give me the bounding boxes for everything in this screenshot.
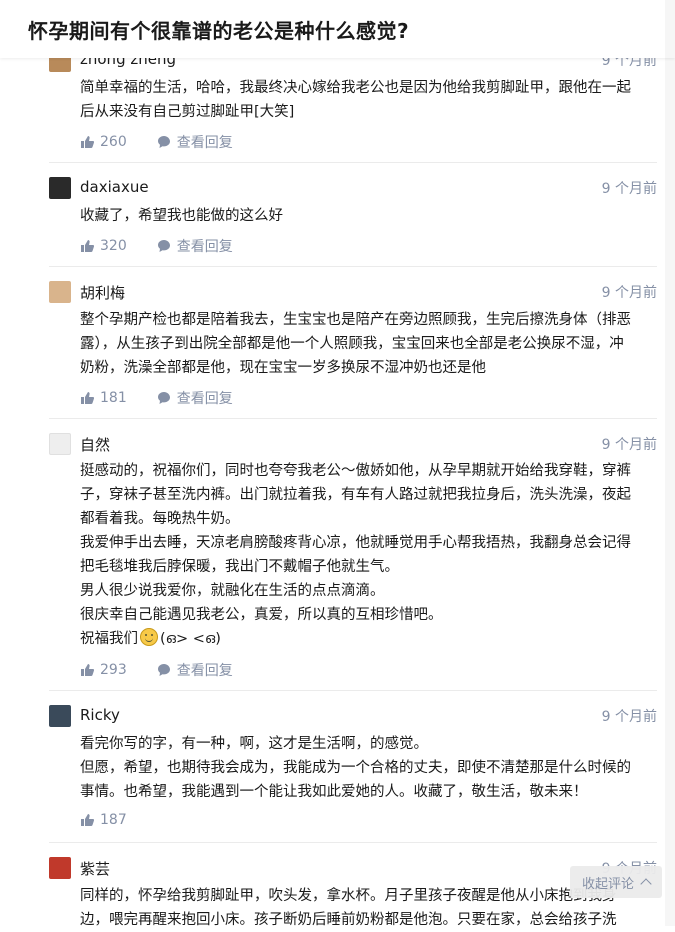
comment-time: 9 个月前 (601, 437, 657, 453)
collapse-comments-label: 收起评论 (581, 876, 634, 892)
header-edge (665, 0, 675, 58)
comment-time: 9 个月前 (601, 285, 657, 301)
thumbs-up-icon (81, 136, 94, 148)
thumbs-up-icon (81, 240, 94, 252)
thumbs-up-icon (81, 664, 94, 676)
comment-actions: 181 查看回复 (80, 388, 233, 408)
like-button[interactable]: 320 (80, 238, 127, 254)
avatar[interactable] (49, 177, 71, 199)
comment-bubble-icon (157, 240, 170, 252)
comment-content: 挺感动的，祝福你们，同时也夸夸我老公～傲娇如他，从孕早期就开始给我穿鞋，穿裤 子… (80, 463, 631, 647)
comment-bubble-icon (157, 136, 170, 148)
smile-emoji-icon (140, 628, 158, 646)
view-replies-button[interactable]: 查看回复 (157, 388, 233, 408)
comment-author[interactable]: 胡利梅 (80, 282, 125, 303)
avatar[interactable] (49, 281, 71, 303)
comment-bubble-icon (157, 392, 170, 404)
view-replies-label: 查看回复 (176, 239, 233, 255)
page-header: 怀孕期间有个很靠谱的老公是种什么感觉? (0, 0, 675, 58)
avatar[interactable] (49, 705, 71, 727)
divider (49, 842, 657, 843)
comment-author[interactable]: daxiaxue (80, 178, 149, 196)
thumbs-up-icon (81, 814, 94, 826)
divider (49, 418, 657, 419)
like-count: 293 (100, 662, 127, 678)
view-replies-label: 查看回复 (176, 663, 233, 679)
page-title[interactable]: 怀孕期间有个很靠谱的老公是种什么感觉? (28, 15, 409, 44)
collapse-comments-button[interactable]: 收起评论 (570, 866, 662, 898)
divider (49, 690, 657, 691)
comment-content: 整个孕期产检也都是陪着我去，生宝宝也是陪产在旁边照顾我，生完后擦洗身体（排恶 露… (80, 312, 631, 376)
view-replies-label: 查看回复 (176, 135, 233, 151)
view-replies-button[interactable]: 查看回复 (157, 236, 233, 256)
like-count: 187 (100, 812, 127, 828)
like-count: 181 (100, 390, 127, 406)
comment-actions: 293 查看回复 (80, 660, 233, 680)
comment-actions: 320 查看回复 (80, 236, 233, 256)
comment-bubble-icon (157, 664, 170, 676)
comment-content: 简单幸福的生活，哈哈，我最终决心嫁给我老公也是因为他给我剪脚趾甲，跟他在一起 后… (80, 80, 631, 120)
view-replies-button[interactable]: 查看回复 (157, 132, 233, 152)
divider (49, 162, 657, 163)
comment-author[interactable]: Ricky (80, 706, 120, 724)
view-replies-label: 查看回复 (176, 391, 233, 407)
avatar[interactable] (49, 433, 71, 455)
comment-time: 9 个月前 (601, 709, 657, 725)
comment-actions: 260 查看回复 (80, 132, 233, 152)
like-count: 260 (100, 134, 127, 150)
like-count: 320 (100, 238, 127, 254)
scroll-track[interactable] (665, 58, 675, 926)
comment-author[interactable]: 紫芸 (80, 858, 110, 879)
comment-actions: 187 (80, 812, 157, 828)
like-button[interactable]: 187 (80, 812, 127, 828)
view-replies-button[interactable]: 查看回复 (157, 660, 233, 680)
comment-content: 看完你写的字，有一种，啊，这才是生活啊，的感觉。 但愿，希望，也期待我会成为，我… (80, 736, 631, 800)
avatar[interactable] (49, 857, 71, 879)
like-button[interactable]: 181 (80, 390, 127, 406)
divider (49, 266, 657, 267)
comment-content: 收藏了，希望我也能做的这么好 (80, 208, 283, 224)
chevron-up-icon (640, 878, 652, 890)
thumbs-up-icon (81, 392, 94, 404)
like-button[interactable]: 260 (80, 134, 127, 150)
like-button[interactable]: 293 (80, 662, 127, 678)
comment-author[interactable]: 自然 (80, 434, 110, 455)
comment-time: 9 个月前 (601, 181, 657, 197)
